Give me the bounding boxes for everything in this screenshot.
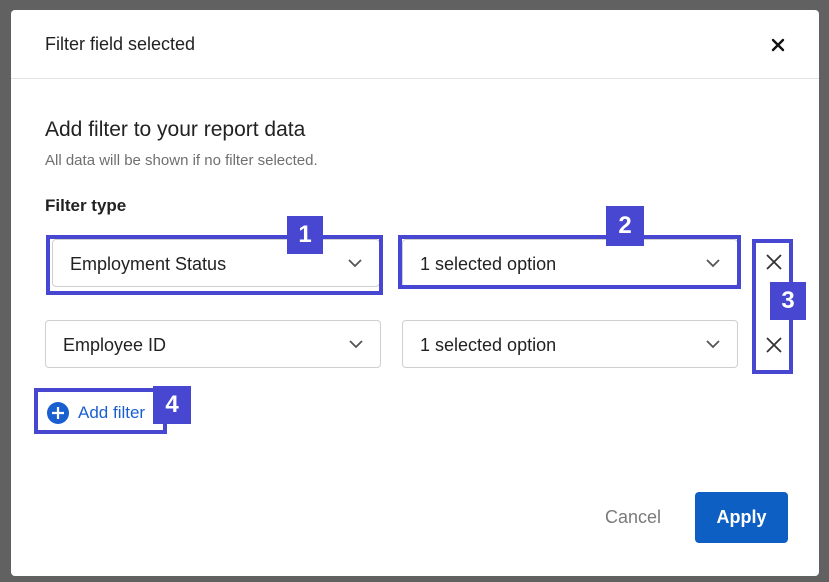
annotation-box-2 xyxy=(398,235,741,289)
chevron-down-icon xyxy=(349,340,363,349)
options-select-2[interactable]: 1 selected option xyxy=(402,320,738,368)
backdrop-peek xyxy=(0,78,11,118)
chevron-down-icon xyxy=(706,340,720,349)
cancel-button[interactable]: Cancel xyxy=(591,494,675,540)
apply-button[interactable]: Apply xyxy=(695,492,788,543)
annotation-label-4: 4 xyxy=(153,386,191,424)
annotation-box-1 xyxy=(46,235,383,295)
field-select-value: Employee ID xyxy=(63,335,167,355)
filter-type-label: Filter type xyxy=(45,196,127,215)
field-select-2[interactable]: Employee ID xyxy=(45,320,381,368)
dialog-title: Filter field selected xyxy=(45,34,196,54)
annotation-label-3: 3 xyxy=(770,282,806,320)
annotation-label-2: 2 xyxy=(606,206,644,246)
close-icon xyxy=(771,38,785,52)
dialog-header: Filter field selected xyxy=(11,10,819,79)
close-button[interactable] xyxy=(767,34,789,56)
annotation-box-4 xyxy=(34,388,167,434)
section-subtitle: All data will be shown if no filter sele… xyxy=(45,152,318,169)
section-title: Add filter to your report data xyxy=(45,118,306,141)
annotation-label-1: 1 xyxy=(287,216,323,254)
options-select-value: 1 selected option xyxy=(420,335,557,355)
